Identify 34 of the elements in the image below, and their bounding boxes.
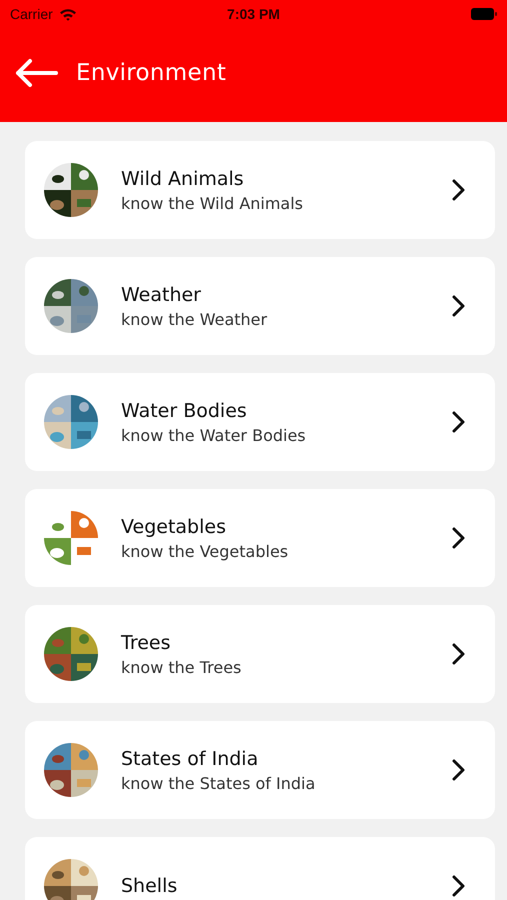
chevron-right-icon — [451, 178, 465, 202]
category-card[interactable]: Vegetables know the Vegetables — [25, 489, 495, 587]
category-title: States of India — [121, 748, 260, 770]
chevron-right-icon — [451, 758, 465, 782]
category-subtitle: know the Weather — [121, 310, 268, 328]
category-card[interactable]: States of India know the States of India — [25, 721, 495, 819]
chevron-right-icon — [451, 874, 465, 898]
category-card[interactable]: Shells — [25, 837, 495, 900]
wifi-icon — [58, 8, 77, 20]
category-title: Vegetables — [121, 516, 227, 538]
status-time: 7:03 PM — [227, 6, 280, 22]
category-subtitle: know the Trees — [121, 658, 242, 676]
screen-title: Environment — [76, 60, 226, 86]
chevron-right-icon — [451, 294, 465, 318]
chevron-right-icon — [451, 526, 465, 550]
category-card[interactable]: Trees know the Trees — [25, 605, 495, 703]
battery-icon — [471, 8, 497, 20]
chevron-right-icon — [451, 410, 465, 434]
carrier-label: Carrier — [10, 6, 53, 22]
category-card[interactable]: Weather know the Weather — [25, 257, 495, 355]
back-arrow-icon — [14, 58, 58, 88]
category-subtitle: know the Vegetables — [121, 542, 290, 560]
category-subtitle: know the Wild Animals — [121, 194, 304, 212]
category-card[interactable]: Wild Animals know the Wild Animals — [25, 141, 495, 239]
category-title: Wild Animals — [121, 168, 245, 190]
chevron-right-icon — [451, 642, 465, 666]
category-title: Shells — [121, 875, 178, 897]
category-title: Water Bodies — [121, 400, 248, 422]
category-title: Trees — [121, 632, 172, 654]
category-subtitle: know the Water Bodies — [121, 426, 307, 444]
category-card[interactable]: Water Bodies know the Water Bodies — [25, 373, 495, 471]
category-title: Weather — [121, 284, 202, 306]
category-subtitle: know the States of India — [121, 774, 316, 792]
back-button[interactable] — [14, 58, 58, 88]
